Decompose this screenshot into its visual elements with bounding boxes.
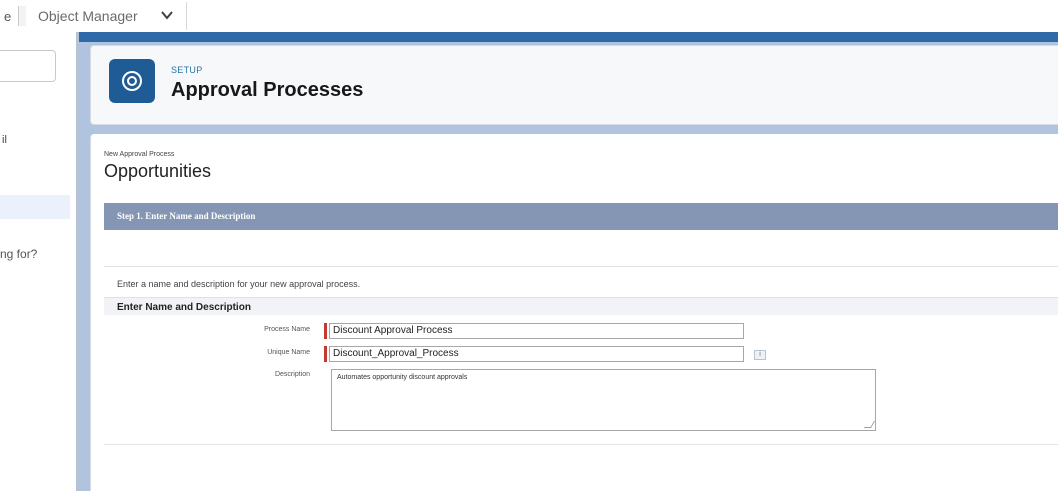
quick-find-input[interactable] [0, 50, 56, 82]
step-header: Step 1. Enter Name and Description [104, 203, 1058, 230]
content-panel: New Approval Process Opportunities Step … [90, 134, 1058, 491]
chevron-down-icon[interactable] [160, 8, 178, 24]
info-icon[interactable]: i [754, 350, 766, 360]
unique-name-input[interactable]: Discount_Approval_Process [329, 346, 744, 362]
description-textarea[interactable]: Automates opportunity discount approvals [331, 369, 876, 431]
description-label: Description [274, 371, 310, 378]
setup-sidebar: il ng for? [0, 32, 76, 491]
resize-handle[interactable] [863, 421, 876, 428]
breadcrumb: New Approval Process [104, 151, 175, 158]
gear-icon [109, 59, 155, 103]
sidebar-item-selected[interactable] [0, 195, 70, 219]
header-eyebrow: SETUP [171, 65, 203, 75]
brand-band [79, 32, 1058, 42]
sidebar-help-fragment[interactable]: ng for? [0, 247, 37, 261]
tab-divider [18, 6, 26, 26]
process-name-input[interactable]: Discount Approval Process [329, 323, 744, 339]
step-title: Step 1. Enter Name and Description [117, 211, 256, 221]
nav-edge-fragment: e [4, 9, 12, 24]
page-title: Approval Processes [171, 79, 364, 101]
top-navigation-bar: e Object Manager [0, 0, 1058, 32]
description-text: Automates opportunity discount approvals [337, 374, 468, 381]
required-indicator [324, 346, 327, 362]
divider [104, 266, 1058, 267]
process-name-label: Process Name [264, 326, 310, 333]
object-manager-tab[interactable]: Object Manager [38, 8, 138, 24]
section-header: Enter Name and Description [104, 297, 1058, 315]
section-title: Enter Name and Description [117, 302, 251, 313]
sidebar-text-fragment: il [2, 134, 7, 146]
divider [104, 444, 1058, 445]
required-indicator [324, 323, 327, 339]
object-title: Opportunities [104, 161, 212, 181]
tab-separator [186, 2, 187, 30]
intro-text: Enter a name and description for your ne… [117, 279, 361, 289]
unique-name-label: Unique Name [267, 349, 310, 356]
page-header: SETUP Approval Processes [90, 45, 1058, 125]
